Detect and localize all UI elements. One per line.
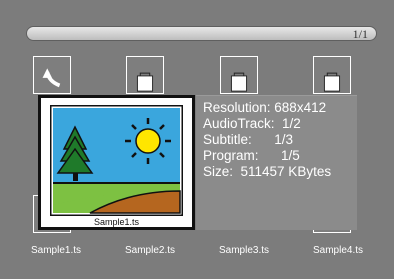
tile-back[interactable] (33, 56, 71, 94)
file-label-1: Sample1.ts (30, 245, 82, 256)
file-label-4: Sample4.ts (312, 245, 364, 256)
file-label-2: Sample2.ts (124, 245, 176, 256)
tile-folder-2[interactable] (126, 56, 164, 94)
info-audiotrack: AudioTrack: 1/2 (203, 116, 301, 131)
preview-thumbnail: Sample1.ts (38, 95, 195, 230)
info-program: Program: 1/5 (203, 148, 300, 163)
folder-icon (323, 72, 341, 92)
page-progress-bar: 1/1 (26, 26, 377, 41)
back-arrow-icon (42, 68, 61, 88)
tile-folder-4[interactable] (313, 56, 351, 94)
preview-caption: Sample1.ts (93, 217, 140, 227)
file-info-panel: Resolution: 688x412 AudioTrack: 1/2 Subt… (196, 95, 357, 230)
info-subtitle: Subtitle: 1/3 (203, 132, 294, 147)
landscape-image-icon (50, 105, 183, 216)
folder-icon (136, 72, 154, 92)
page-counter: 1/1 (352, 27, 368, 41)
info-size: Size: 511457 KBytes (203, 164, 332, 179)
file-label-3: Sample3.ts (218, 245, 270, 256)
tile-folder-3[interactable] (220, 56, 258, 94)
media-browser-screen: 1/1 Sample1.ts Sample2.ts Sample3.ts Sam… (0, 0, 394, 279)
info-resolution: Resolution: 688x412 (203, 100, 327, 115)
folder-icon (230, 72, 248, 92)
